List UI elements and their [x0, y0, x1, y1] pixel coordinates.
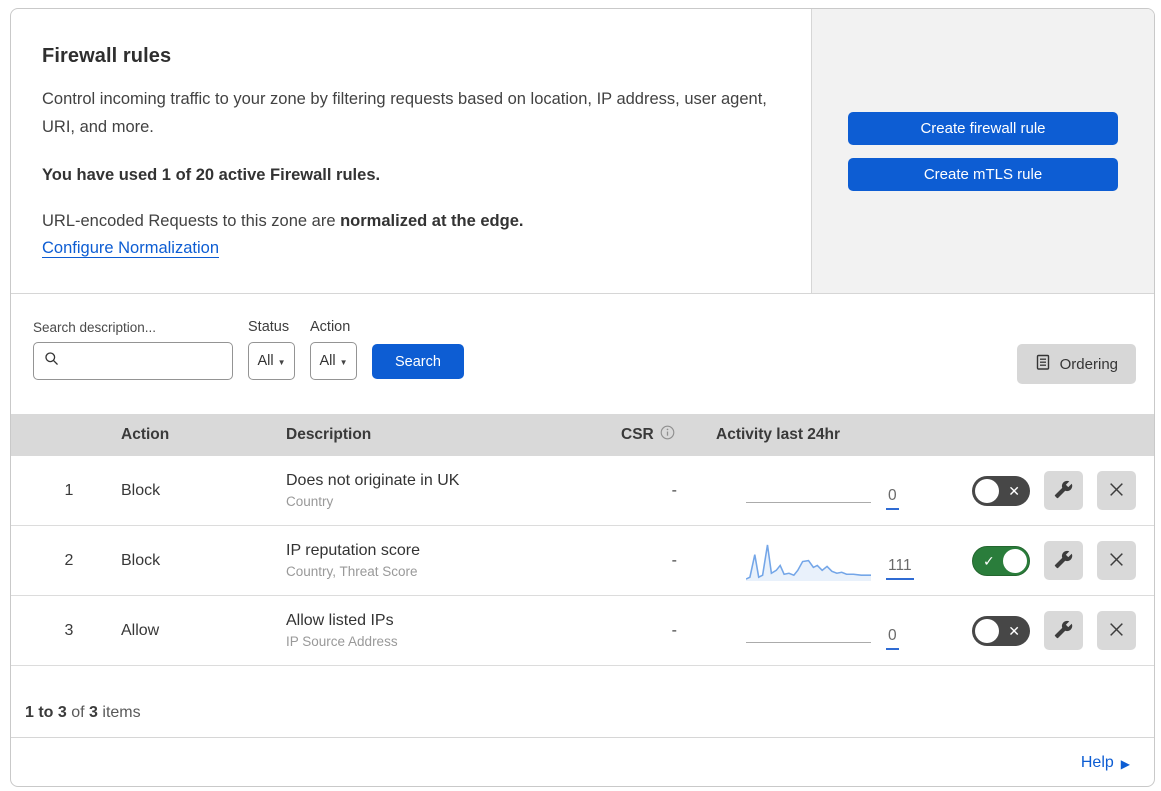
wrench-icon [1054, 550, 1073, 572]
activity-count-link[interactable]: 111 [886, 557, 914, 580]
toggle-knob [1003, 548, 1027, 573]
configure-normalization-link[interactable]: Configure Normalization [42, 239, 219, 258]
toggle-knob [975, 618, 999, 643]
rule-action: Block [121, 551, 161, 569]
status-label: Status [248, 319, 290, 335]
chevron-down-icon: ▼ [277, 357, 286, 367]
search-input-wrapper[interactable] [33, 342, 246, 380]
close-icon [1108, 621, 1125, 641]
pagination-total: 3 [89, 704, 98, 721]
firewall-rules-card: Firewall rules Control incoming traffic … [10, 8, 1155, 787]
table-row: 2 Block IP reputation score Country, Thr… [11, 526, 1154, 596]
list-document-icon [1035, 354, 1051, 375]
rule-enabled-toggle[interactable]: ✕ [972, 475, 1030, 506]
info-icon[interactable] [660, 425, 675, 445]
normalization-prefix: URL-encoded Requests to this zone are [42, 212, 341, 230]
rule-description: Does not originate in UK [286, 472, 460, 489]
help-link-label: Help [1080, 753, 1114, 771]
create-firewall-rule-button[interactable]: Create firewall rule [848, 111, 1118, 145]
chevron-down-icon: ▼ [339, 357, 348, 367]
rule-csr: - [671, 551, 677, 569]
column-header-csr: CSR [621, 426, 654, 443]
pagination-range: 1 to 3 [25, 704, 67, 721]
rule-priority: 2 [64, 551, 74, 569]
activity-count-link[interactable]: 0 [886, 487, 899, 510]
actions-panel: Create firewall rule Create mTLS rule [811, 9, 1154, 293]
rule-csr: - [671, 481, 677, 499]
rule-fields: Country, Threat Score [286, 564, 418, 579]
activity-count-link[interactable]: 0 [886, 627, 899, 650]
wrench-icon [1054, 480, 1073, 502]
edit-rule-button[interactable] [1044, 471, 1083, 510]
delete-rule-button[interactable] [1097, 471, 1136, 510]
status-dropdown-value: All [257, 353, 274, 369]
search-button[interactable]: Search [372, 344, 464, 379]
table-row: 1 Block Does not originate in UK Country… [11, 456, 1154, 526]
ordering-button-label: Ordering [1059, 355, 1118, 373]
usage-summary: You have used 1 of 20 active Firewall ru… [42, 166, 381, 184]
toggle-state-icon: ✕ [1008, 622, 1020, 639]
help-bar: Help ▶ [11, 738, 1154, 786]
rule-enabled-toggle[interactable]: ✕ [972, 615, 1030, 646]
search-label: Search description... [33, 320, 157, 335]
rule-enabled-toggle[interactable]: ✓ [972, 545, 1030, 576]
search-input[interactable] [65, 353, 246, 369]
rule-description: IP reputation score [286, 542, 421, 559]
rule-fields: Country [286, 494, 334, 509]
action-label: Action [310, 319, 351, 335]
activity-sparkline [746, 612, 871, 650]
page-description: Control incoming traffic to your zone by… [42, 90, 767, 136]
rule-action: Allow [121, 621, 160, 639]
rule-priority: 1 [64, 481, 74, 499]
toggle-knob [975, 478, 999, 503]
activity-sparkline [746, 472, 871, 510]
table-row: 3 Allow Allow listed IPs IP Source Addre… [11, 596, 1154, 666]
rule-csr: - [671, 621, 677, 639]
help-link[interactable]: Help ▶ [1081, 754, 1130, 772]
close-icon [1108, 481, 1125, 501]
ordering-button[interactable]: Ordering [1016, 344, 1136, 384]
action-dropdown[interactable]: All ▼ [310, 342, 357, 380]
filter-bar: Search description... Status All ▼ Actio… [11, 294, 1154, 414]
header-text-block: Firewall rules Control incoming traffic … [11, 9, 811, 293]
activity-sparkline [746, 542, 871, 581]
column-header-action: Action [121, 426, 170, 443]
edit-rule-button[interactable] [1044, 611, 1083, 650]
normalization-text: URL-encoded Requests to this zone are no… [42, 212, 771, 231]
rule-priority: 3 [64, 621, 74, 639]
column-header-activity: Activity last 24hr [716, 426, 841, 443]
normalization-bold: normalized at the edge. [340, 212, 524, 230]
create-mtls-rule-button[interactable]: Create mTLS rule [848, 157, 1118, 191]
rule-description: Allow listed IPs [286, 612, 394, 629]
delete-rule-button[interactable] [1097, 611, 1136, 650]
toggle-state-icon: ✓ [983, 552, 995, 569]
action-dropdown-value: All [319, 353, 336, 369]
close-icon [1108, 551, 1125, 571]
arrow-right-icon: ▶ [1120, 756, 1130, 771]
status-dropdown[interactable]: All ▼ [248, 342, 295, 380]
rule-fields: IP Source Address [286, 634, 398, 649]
column-header-description: Description [286, 426, 372, 443]
wrench-icon [1054, 620, 1073, 642]
edit-rule-button[interactable] [1044, 541, 1083, 580]
rule-action: Block [121, 481, 161, 499]
pagination-summary: 1 to 3 of 3 items [11, 666, 1154, 738]
page-title: Firewall rules [42, 45, 172, 67]
toggle-state-icon: ✕ [1008, 482, 1020, 499]
search-icon [44, 351, 59, 371]
delete-rule-button[interactable] [1097, 541, 1136, 580]
table-header: Action Description CSR Activity last 24h… [11, 414, 1154, 456]
header-section: Firewall rules Control incoming traffic … [11, 9, 1154, 294]
